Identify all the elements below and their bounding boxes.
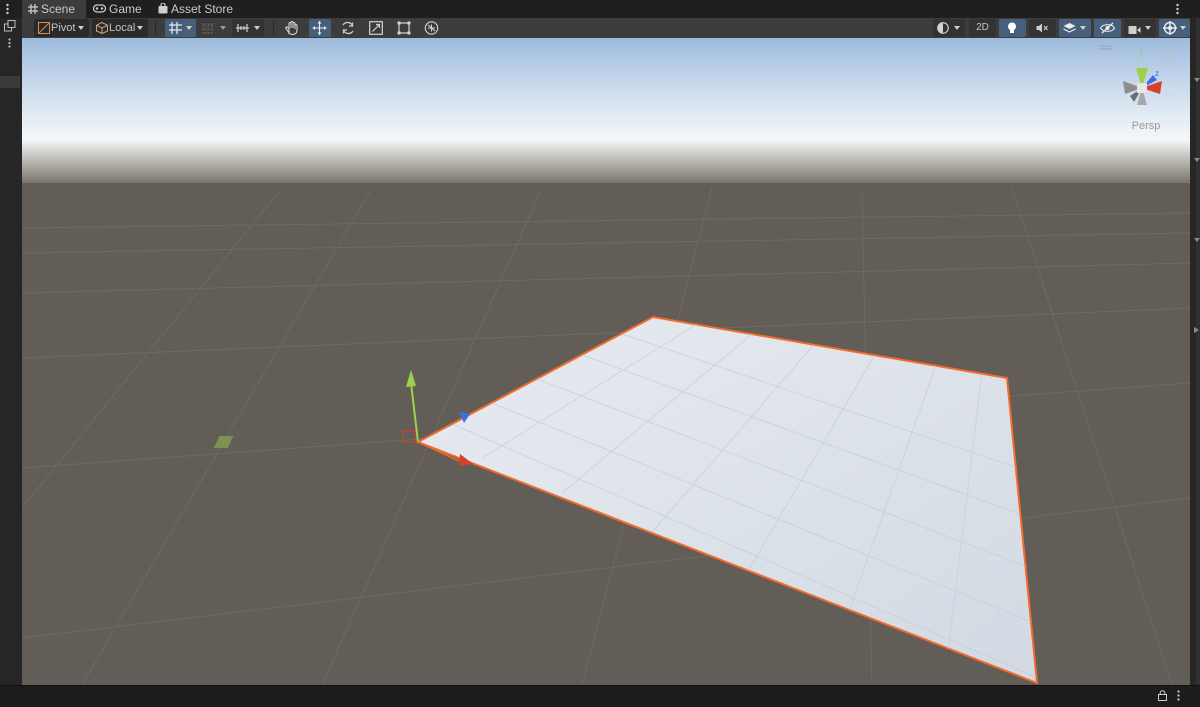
right-panel-markers [1194, 60, 1200, 340]
tab-label: Scene [41, 2, 76, 16]
chevron-icon[interactable] [1194, 232, 1200, 246]
tab-label: Game [109, 2, 142, 16]
scale-icon [369, 21, 383, 38]
transform-gizmo-icon [424, 21, 439, 38]
rotate-tool-button[interactable] [337, 19, 359, 37]
orientation-center-cube[interactable] [1137, 83, 1147, 93]
scene-canvas[interactable]: y x z [22, 38, 1190, 685]
overlay-menu-icon[interactable] [4, 20, 16, 32]
tab-scene[interactable]: Scene [22, 0, 86, 18]
chevron-down-icon [954, 26, 960, 30]
orientation-y-label: y [1139, 47, 1144, 57]
chevron-down-icon [137, 26, 143, 30]
pivot-dropdown[interactable]: Pivot [34, 19, 89, 37]
incremental-snap-dropdown[interactable] [200, 19, 230, 37]
window-options-icon[interactable] [1176, 3, 1179, 15]
chevron-down-icon [1080, 26, 1086, 30]
lighting-toggle[interactable] [999, 19, 1026, 37]
tab-label: Asset Store [171, 2, 234, 16]
skybox [22, 38, 1190, 188]
orientation-z-label: z [1155, 69, 1159, 78]
tab-asset-store[interactable]: Asset Store [158, 0, 233, 18]
grid-snapping-toggle[interactable] [165, 19, 196, 37]
scene-toolbar: Pivot Local 2D [22, 18, 1190, 39]
lock-icon[interactable] [1158, 690, 1167, 704]
2d-toggle[interactable]: 2D [969, 19, 996, 37]
toolbar-divider [155, 21, 156, 35]
scene-viewport[interactable]: y x z Persp [22, 38, 1190, 685]
chevron-down-icon [254, 26, 260, 30]
camera-dropdown[interactable] [1124, 19, 1156, 37]
gamepad-icon [92, 2, 109, 16]
draw-mode-dropdown[interactable] [933, 19, 965, 37]
effects-dropdown[interactable] [1059, 19, 1091, 37]
hidden-objects-toggle[interactable] [1094, 19, 1121, 37]
chevron-down-icon [1145, 26, 1151, 30]
chevron-icon[interactable] [1194, 72, 1200, 86]
window-tab-bar: Scene Game Asset Store [0, 0, 1200, 18]
move-tool-button[interactable] [309, 19, 331, 37]
left-panel-marker [0, 76, 20, 88]
window-menu-icon[interactable] [6, 3, 9, 15]
local-dropdown[interactable]: Local [92, 19, 148, 37]
shopping-bag-icon [158, 2, 171, 16]
rotate-icon [341, 21, 355, 38]
chevron-down-icon [220, 26, 226, 30]
orientation-x-label: x [1168, 85, 1172, 94]
2d-label: 2D [976, 22, 989, 33]
scale-tool-button[interactable] [365, 19, 387, 37]
hand-icon [285, 20, 299, 38]
chevron-icon[interactable] [1194, 322, 1200, 336]
chevron-down-icon [1180, 26, 1186, 30]
gizmos-dropdown[interactable] [1159, 19, 1190, 37]
ruler-dropdown[interactable] [232, 19, 264, 37]
transform-tool-button[interactable] [421, 19, 443, 37]
more-options-icon[interactable] [1177, 690, 1180, 704]
local-label: Local [109, 22, 136, 34]
chevron-down-icon [78, 26, 84, 30]
bottom-panel-bar [0, 685, 1200, 707]
grid-icon [28, 2, 41, 16]
audio-toggle[interactable] [1029, 19, 1056, 37]
pivot-label: Pivot [51, 22, 76, 34]
hand-tool-button[interactable] [281, 19, 303, 37]
snap-dots-icon [202, 23, 214, 37]
toolbar-divider [273, 21, 274, 35]
more-options-icon[interactable] [8, 37, 11, 48]
projection-label[interactable]: Persp [1116, 120, 1176, 132]
left-panel-strip [0, 18, 22, 685]
rect-transform-icon [397, 21, 411, 38]
rect-tool-button[interactable] [393, 19, 415, 37]
chevron-down-icon [186, 26, 192, 30]
chevron-icon[interactable] [1194, 152, 1200, 166]
tab-game[interactable]: Game [92, 0, 142, 18]
